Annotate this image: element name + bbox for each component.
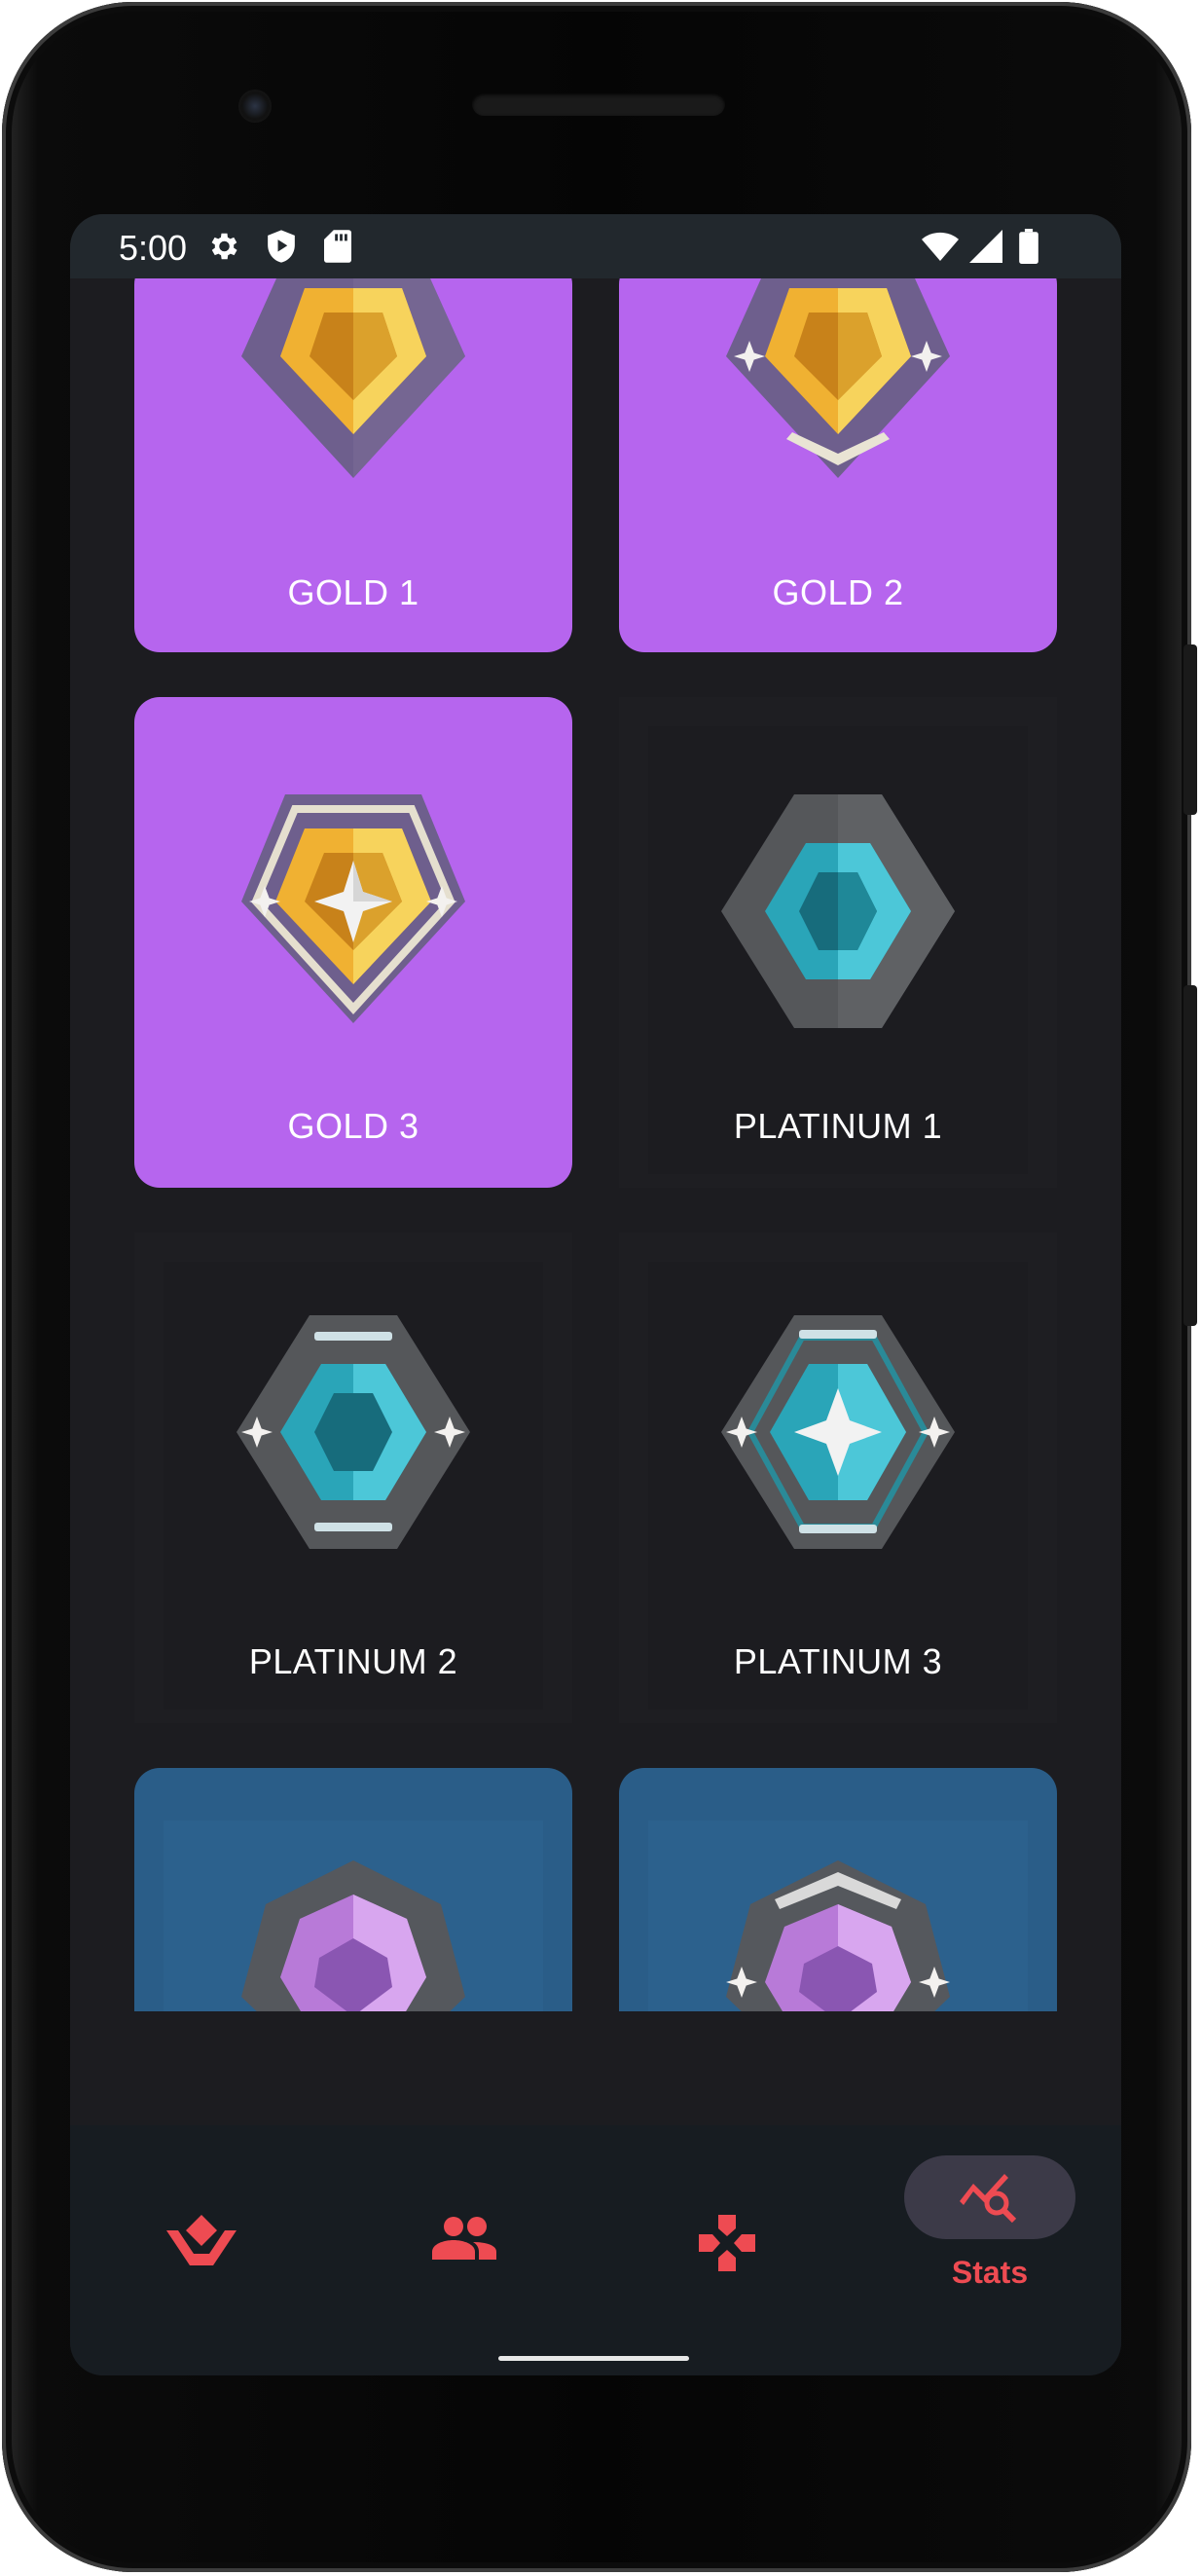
front-camera bbox=[238, 90, 272, 123]
home-indicator[interactable] bbox=[498, 2356, 689, 2361]
sd-card-icon bbox=[319, 228, 356, 265]
battery-icon bbox=[1010, 228, 1047, 265]
rank-label: GOLD 1 bbox=[287, 572, 419, 612]
nav-item-agents[interactable] bbox=[70, 2125, 333, 2375]
diamond-rank-emblem-1 bbox=[241, 1860, 465, 2011]
gold-rank-emblem-2 bbox=[726, 278, 950, 478]
rank-card-diamond-2[interactable] bbox=[619, 1768, 1057, 2011]
rank-label: GOLD 2 bbox=[772, 572, 904, 612]
app-screen: 5:00 GOLD 1 GOLD 2 GOLD 3 PLATINUM 1 PLA… bbox=[70, 214, 1121, 2375]
gold-rank-emblem-1 bbox=[241, 278, 465, 478]
earpiece-speaker bbox=[472, 92, 725, 116]
diamond-rank-emblem-2 bbox=[726, 1860, 950, 2011]
platinum-rank-emblem-2 bbox=[237, 1315, 470, 1549]
valorant-icon bbox=[166, 2215, 237, 2265]
shield-play-icon bbox=[263, 228, 300, 265]
stats-icon bbox=[960, 2174, 1017, 2223]
nav-label-stats: Stats bbox=[951, 2255, 1029, 2290]
gear-icon bbox=[204, 228, 241, 265]
gamepad-icon bbox=[699, 2215, 755, 2271]
rank-card-gold-1[interactable]: GOLD 1 bbox=[134, 278, 572, 652]
platinum-rank-emblem-3 bbox=[721, 1315, 955, 1549]
nav-item-players[interactable] bbox=[333, 2125, 596, 2375]
bottom-navigation: Stats bbox=[70, 2125, 1121, 2375]
status-bar: 5:00 bbox=[70, 214, 1121, 278]
nav-item-games[interactable] bbox=[596, 2125, 858, 2375]
people-icon bbox=[432, 2217, 496, 2260]
rank-card-diamond-1[interactable] bbox=[134, 1768, 572, 2011]
rank-card-gold-2[interactable]: GOLD 2 bbox=[619, 278, 1057, 652]
rank-grid: GOLD 1 GOLD 2 GOLD 3 PLATINUM 1 PLATINUM… bbox=[70, 278, 1121, 2011]
gold-rank-emblem-3 bbox=[241, 794, 465, 1023]
rank-label: PLATINUM 2 bbox=[248, 1641, 458, 1681]
platinum-rank-emblem-1 bbox=[721, 794, 955, 1028]
rank-card-platinum-3[interactable]: PLATINUM 3 bbox=[619, 1233, 1057, 1723]
volume-button bbox=[1184, 985, 1197, 1326]
rank-card-gold-3[interactable]: GOLD 3 bbox=[134, 697, 572, 1188]
rank-label: GOLD 3 bbox=[287, 1106, 419, 1146]
wifi-icon bbox=[922, 228, 959, 265]
rank-label: PLATINUM 1 bbox=[733, 1106, 943, 1146]
signal-icon bbox=[967, 228, 1004, 265]
phone-frame: 5:00 GOLD 1 GOLD 2 GOLD 3 PLATINUM 1 PLA… bbox=[2, 2, 1197, 2572]
power-button bbox=[1184, 644, 1197, 815]
rank-card-platinum-1[interactable]: PLATINUM 1 bbox=[619, 697, 1057, 1188]
nav-item-stats[interactable]: Stats bbox=[858, 2125, 1121, 2375]
status-time: 5:00 bbox=[119, 228, 188, 268]
rank-label: PLATINUM 3 bbox=[733, 1641, 943, 1681]
rank-card-platinum-2[interactable]: PLATINUM 2 bbox=[134, 1233, 572, 1723]
